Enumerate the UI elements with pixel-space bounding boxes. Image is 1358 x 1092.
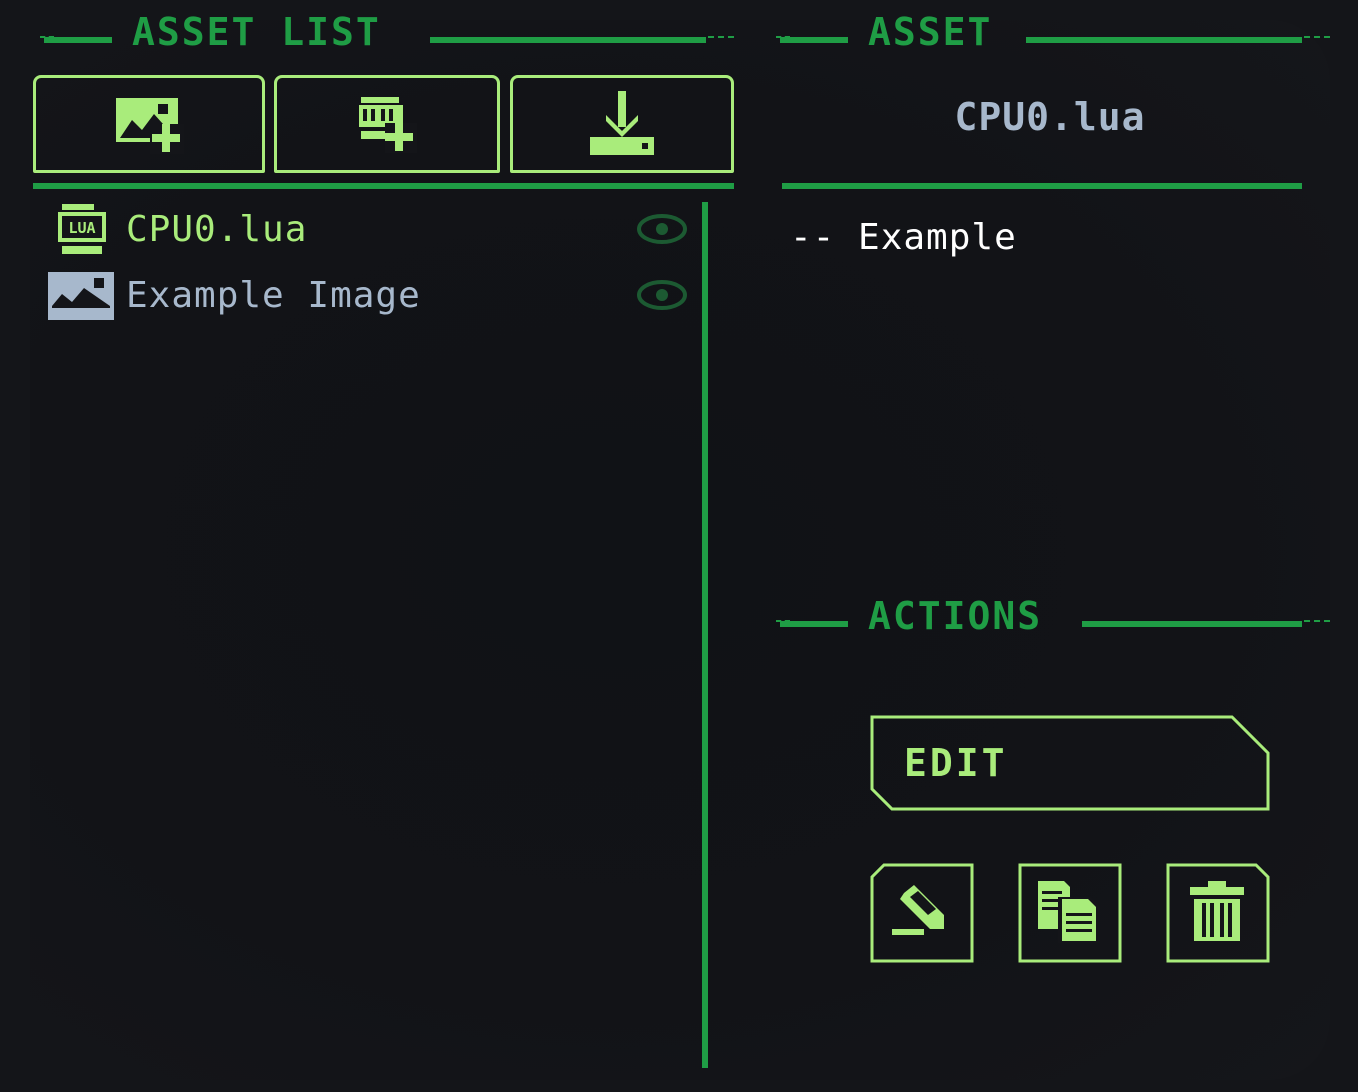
copy-icon xyxy=(1038,881,1100,943)
asset-list-title: ASSET LIST xyxy=(132,10,381,54)
rename-button-frame xyxy=(870,863,974,963)
eye-icon[interactable] xyxy=(636,212,688,246)
list-item-label: Example Image xyxy=(126,275,421,316)
rename-button[interactable] xyxy=(870,863,974,963)
image-plus-icon xyxy=(116,98,184,154)
header-rule-right xyxy=(1082,620,1330,627)
trash-icon xyxy=(1190,881,1244,941)
header-rule-right xyxy=(430,36,734,43)
eye-icon[interactable] xyxy=(636,278,688,312)
import-button[interactable] xyxy=(510,75,734,173)
download-icon xyxy=(590,91,654,155)
svg-text:LUA: LUA xyxy=(68,219,95,237)
add-script-button[interactable] xyxy=(274,75,500,173)
header-rule-left xyxy=(776,620,848,627)
actions-title: ACTIONS xyxy=(868,594,1043,638)
delete-button-frame xyxy=(1166,863,1270,963)
selected-asset-name: CPU0.lua xyxy=(954,95,1146,139)
add-image-button[interactable] xyxy=(33,75,265,173)
header-rule-left xyxy=(776,36,848,43)
edit-button[interactable]: EDIT xyxy=(870,715,1270,811)
duplicate-button[interactable] xyxy=(1018,863,1122,963)
script-plus-icon xyxy=(359,97,417,153)
toolbar-divider xyxy=(33,183,734,189)
list-item-label: CPU0.lua xyxy=(126,209,308,250)
asset-list-header: ASSET LIST xyxy=(34,10,734,54)
asset-title: ASSET xyxy=(868,10,993,54)
list-item[interactable]: Example Image xyxy=(48,268,698,324)
header-rule-left xyxy=(40,36,112,43)
actions-header: ACTIONS xyxy=(770,594,1330,638)
window-background xyxy=(30,20,1330,1080)
pencil-icon xyxy=(892,885,944,935)
delete-button[interactable] xyxy=(1166,863,1270,963)
asset-preview: -- Example xyxy=(790,217,1017,258)
asset-divider xyxy=(782,183,1302,189)
lua-file-icon: LUA xyxy=(58,204,106,254)
list-item[interactable]: LUA CPU0.lua xyxy=(48,202,698,258)
edit-button-label: EDIT xyxy=(904,741,1008,785)
duplicate-button-frame xyxy=(1018,863,1122,963)
asset-header: ASSET xyxy=(770,10,1330,54)
image-file-icon xyxy=(48,272,114,320)
list-scrollbar[interactable] xyxy=(702,202,708,1068)
header-rule-right xyxy=(1026,36,1330,43)
